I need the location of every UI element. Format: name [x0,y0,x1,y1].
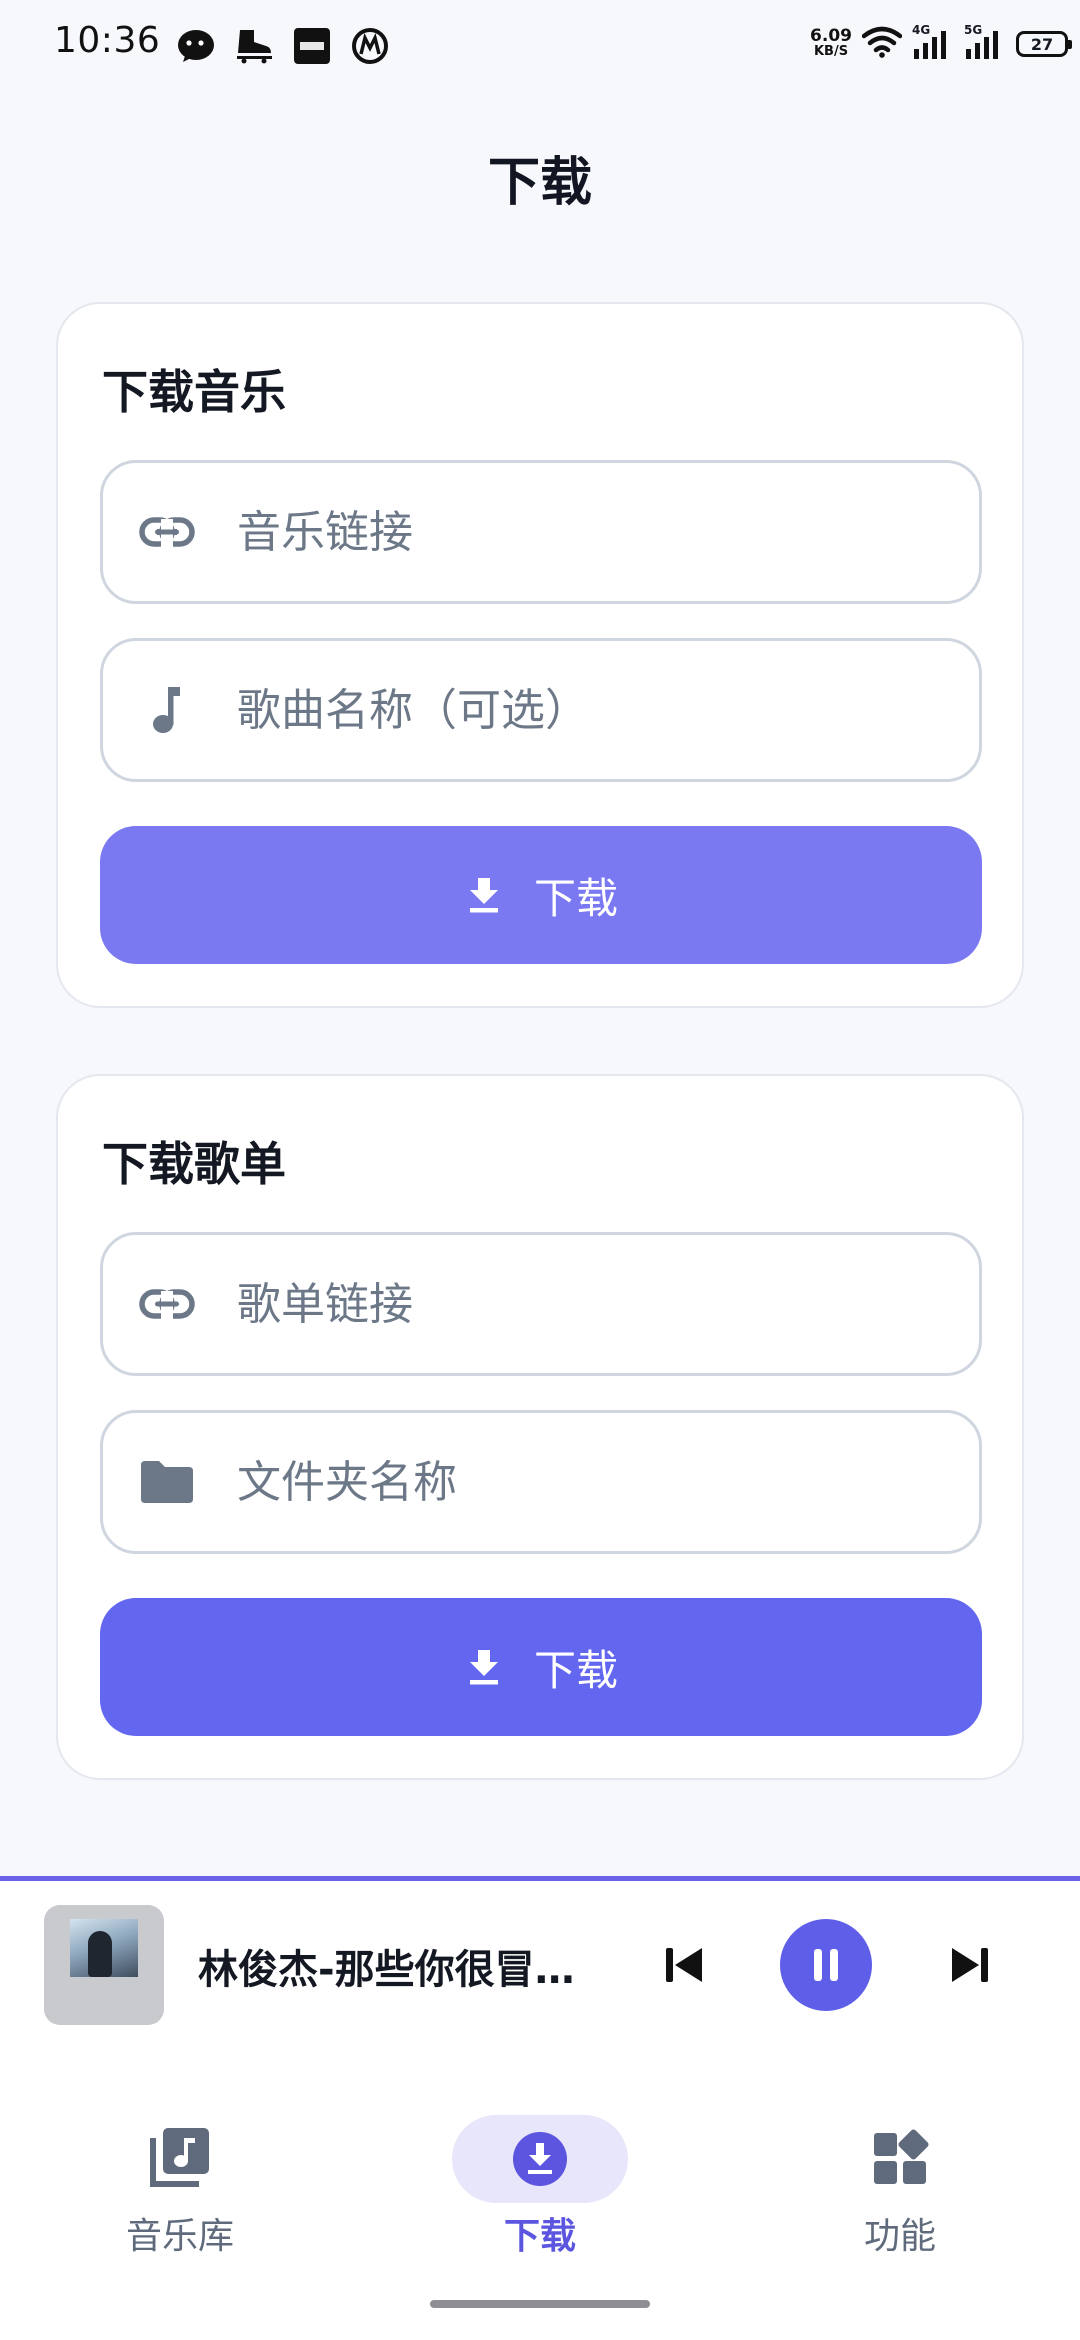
status-notification-icons [176,26,390,66]
now-playing-title[interactable]: 林俊杰-那些你很冒… [198,1937,598,1995]
download-icon [464,1647,504,1687]
status-bar: 10:36 6.09 KB/S 4G 5G 27 [0,0,1080,90]
playlist-link-field[interactable] [100,1232,982,1376]
download-icon [464,875,504,915]
bottom-navigation: 音乐库 下载 功能 [0,2051,1080,2340]
nav-icon-wrap [120,2115,240,2199]
nav-item-functions[interactable]: 功能 [780,2081,1020,2257]
download-music-button-label: 下载 [533,873,618,923]
wifi-icon [861,26,903,62]
nav-active-pill [452,2115,628,2203]
folder-name-field[interactable] [100,1410,982,1554]
download-playlist-button-label: 下载 [533,1645,618,1695]
network-speed-value: 6.09 [810,26,852,46]
mini-player[interactable]: 林俊杰-那些你很冒… [0,1881,1080,2051]
nav-label-functions: 功能 [863,2216,936,2257]
pause-icon [814,1949,838,1981]
next-track-button[interactable] [940,1935,1000,1995]
previous-track-button[interactable] [654,1935,714,1995]
download-playlist-title: 下载歌单 [102,1137,286,1191]
song-name-input[interactable] [235,683,939,737]
skip-previous-icon [666,1948,702,1982]
cellular-signal-5g-icon: 5G [964,23,1006,61]
network-speed-unit: KB/S [813,44,849,59]
widgets-icon [874,2129,929,2184]
page-title: 下载 [487,153,592,213]
cellular-signal-icon: 4G [912,23,954,61]
nav-label-music-library: 音乐库 [125,2216,234,2257]
battery-level: 27 [1030,34,1054,54]
wechat-icon [176,26,216,66]
home-indicator[interactable] [430,2300,650,2308]
album-cover[interactable] [44,1905,164,2025]
status-system-icons: 6.09 KB/S 4G 5G 27 [810,23,1072,62]
skate-icon [234,26,274,66]
link-icon [137,1274,197,1334]
network-speed: 6.09 KB/S [810,26,852,60]
download-music-card: 下载音乐 下载 [56,302,1024,1008]
nav-icon-wrap [840,2115,960,2199]
download-playlist-button[interactable]: 下载 [100,1598,982,1736]
download-circle-icon [513,2132,567,2186]
pause-button[interactable] [780,1919,872,2011]
download-playlist-card: 下载歌单 下载 [56,1074,1024,1780]
link-icon [137,502,197,562]
battery-indicator: 27 [1016,31,1072,57]
xiaohongshu-icon [292,26,332,66]
download-music-title: 下载音乐 [102,365,286,419]
music-note-icon [137,680,197,740]
folder-name-input[interactable] [235,1455,939,1509]
metro-icon [350,26,390,66]
nav-item-download[interactable]: 下载 [420,2081,660,2257]
music-link-field[interactable] [100,460,982,604]
album-cover-figure [88,1931,112,1977]
playlist-link-input[interactable] [235,1277,939,1331]
status-time: 10:36 [54,20,161,61]
song-name-field[interactable] [100,638,982,782]
music-library-icon [150,2128,209,2187]
nav-label-download: 下载 [503,2216,576,2257]
download-music-button[interactable]: 下载 [100,826,982,964]
music-link-input[interactable] [235,505,939,559]
skip-next-icon [952,1948,988,1982]
nav-item-music-library[interactable]: 音乐库 [60,2081,300,2257]
folder-icon [137,1452,197,1512]
